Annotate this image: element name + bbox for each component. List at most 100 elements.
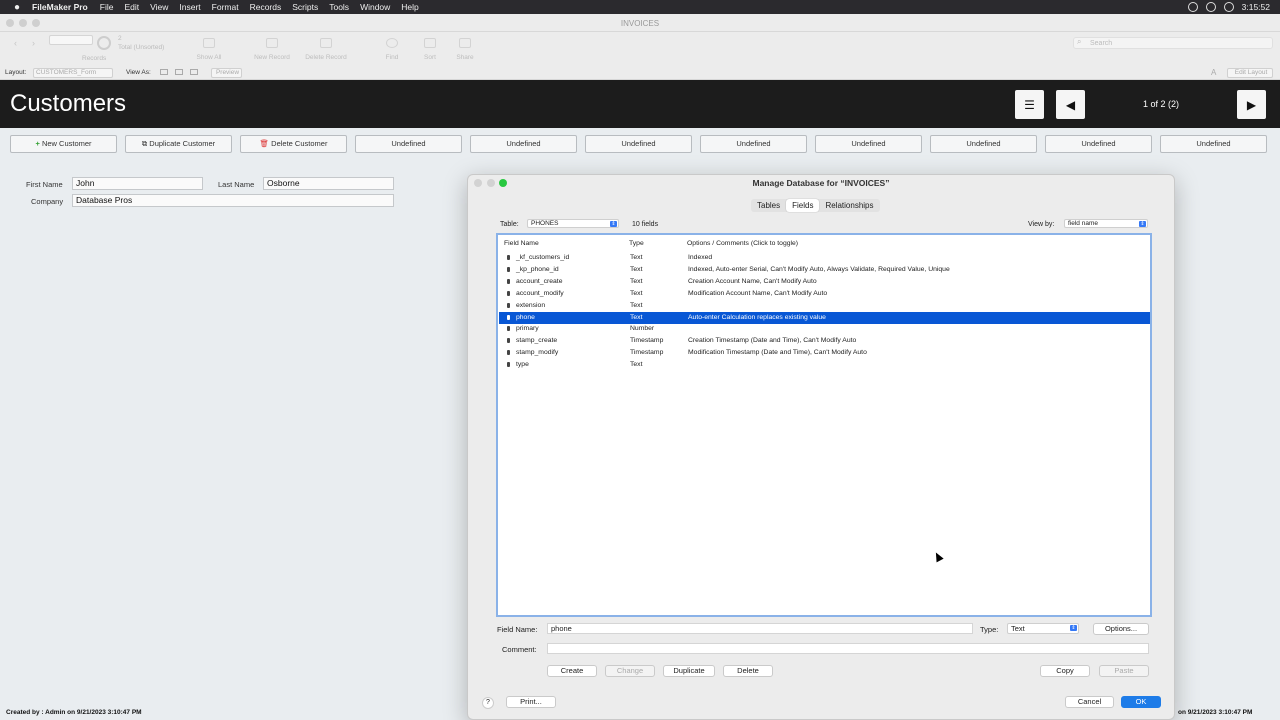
show-all-button[interactable]: Show All bbox=[194, 38, 224, 61]
menu-view[interactable]: View bbox=[150, 2, 168, 12]
drag-handle-icon[interactable] bbox=[507, 302, 510, 308]
ok-button[interactable]: OK bbox=[1121, 696, 1161, 708]
delete-customer-label: Delete Customer bbox=[271, 139, 328, 148]
back-arrow-icon[interactable]: ‹ bbox=[14, 38, 17, 48]
menu-window[interactable]: Window bbox=[360, 2, 390, 12]
print-button[interactable]: Print... bbox=[506, 696, 556, 708]
duplicate-customer-button[interactable]: ⧉ Duplicate Customer bbox=[125, 135, 232, 153]
view-by-value: field name bbox=[1068, 220, 1098, 227]
find-button[interactable]: Find bbox=[378, 38, 406, 61]
apple-icon[interactable]: ● bbox=[10, 0, 24, 14]
tab-tables[interactable]: Tables bbox=[751, 199, 786, 212]
column-header-type[interactable]: Type bbox=[629, 240, 644, 247]
field-row[interactable]: phone Text Auto-enter Calculation replaces… bbox=[499, 311, 1150, 324]
tab-relationships[interactable]: Relationships bbox=[819, 199, 879, 212]
menu-insert[interactable]: Insert bbox=[179, 2, 200, 12]
delete-customer-button[interactable]: 🗑 Delete Customer bbox=[240, 135, 347, 153]
field-row[interactable]: stamp_create Timestamp Creation Timestamp … bbox=[499, 335, 1150, 347]
list-view-icon[interactable] bbox=[175, 69, 183, 75]
previous-record-button[interactable]: ◀ bbox=[1056, 90, 1085, 119]
sort-button[interactable]: Sort bbox=[416, 38, 444, 61]
drag-handle-icon[interactable] bbox=[507, 278, 510, 284]
undefined-button-5[interactable]: Undefined bbox=[815, 135, 922, 153]
column-header-field-name[interactable]: Field Name bbox=[504, 240, 539, 247]
drag-handle-icon[interactable] bbox=[507, 326, 510, 332]
undefined-button-3[interactable]: Undefined bbox=[585, 135, 692, 153]
options-button[interactable]: Options... bbox=[1093, 623, 1149, 635]
undefined-button-2[interactable]: Undefined bbox=[470, 135, 577, 153]
field-row-options: Modification Timestamp (Date and Time), … bbox=[688, 349, 867, 357]
field-row-name: type bbox=[516, 361, 529, 369]
field-name-input[interactable]: phone bbox=[547, 623, 973, 634]
text-format-icon[interactable]: A bbox=[1211, 68, 1216, 77]
field-row[interactable]: type Text bbox=[499, 359, 1150, 371]
undefined-button-6[interactable]: Undefined bbox=[930, 135, 1037, 153]
preview-button[interactable]: Preview bbox=[211, 68, 242, 78]
menu-scripts[interactable]: Scripts bbox=[292, 2, 318, 12]
first-name-field[interactable]: John bbox=[72, 177, 203, 190]
new-record-button[interactable]: New Record bbox=[250, 38, 294, 61]
drag-handle-icon[interactable] bbox=[507, 338, 510, 344]
drag-handle-icon[interactable] bbox=[507, 314, 510, 320]
table-view-icon[interactable] bbox=[190, 69, 198, 75]
search-input[interactable]: Search bbox=[1073, 37, 1273, 49]
new-customer-button[interactable]: + New Customer bbox=[10, 135, 117, 153]
view-by-select[interactable]: field name ⇕ bbox=[1064, 219, 1148, 228]
drag-handle-icon[interactable] bbox=[507, 350, 510, 356]
chevron-updown-icon: ⇕ bbox=[1139, 221, 1146, 227]
field-row[interactable]: _kp_phone_id Text Indexed, Auto-enter Seri… bbox=[499, 264, 1150, 276]
comment-input[interactable] bbox=[547, 643, 1149, 654]
menu-records[interactable]: Records bbox=[250, 2, 282, 12]
menu-format[interactable]: Format bbox=[212, 2, 239, 12]
drag-handle-icon[interactable] bbox=[507, 255, 510, 260]
paste-button[interactable]: Paste bbox=[1099, 665, 1149, 677]
field-row-type: Text bbox=[630, 301, 643, 309]
delete-button[interactable]: Delete bbox=[723, 665, 773, 677]
form-view-icon[interactable] bbox=[160, 69, 168, 75]
layout-select[interactable]: CUSTOMERS_Form bbox=[33, 68, 113, 78]
share-button[interactable]: Share bbox=[450, 38, 480, 61]
record-slider[interactable] bbox=[49, 35, 93, 45]
tab-fields[interactable]: Fields bbox=[786, 199, 820, 212]
field-row[interactable]: account_create Text Creation Account Name,… bbox=[499, 276, 1150, 288]
forward-arrow-icon[interactable]: › bbox=[32, 38, 35, 48]
last-name-field[interactable]: Osborne bbox=[263, 177, 394, 190]
table-select[interactable]: PHONES ⇕ bbox=[527, 219, 619, 228]
field-row[interactable]: primary Number bbox=[499, 323, 1150, 335]
user-icon[interactable] bbox=[1205, 2, 1216, 12]
drag-handle-icon[interactable] bbox=[507, 290, 510, 296]
undefined-button-8[interactable]: Undefined bbox=[1160, 135, 1267, 153]
record-icon[interactable] bbox=[1187, 2, 1198, 12]
column-header-options[interactable]: Options / Comments (Click to toggle) bbox=[687, 240, 798, 247]
clock[interactable]: 3:15:52 bbox=[1242, 2, 1270, 12]
drag-handle-icon[interactable] bbox=[507, 266, 510, 272]
edit-layout-button[interactable]: Edit Layout bbox=[1227, 68, 1273, 78]
copy-button[interactable]: Copy bbox=[1040, 665, 1090, 677]
field-row[interactable]: stamp_modify Timestamp Modification Timest… bbox=[499, 347, 1150, 359]
company-field[interactable]: Database Pros bbox=[72, 194, 394, 207]
undefined-button-4[interactable]: Undefined bbox=[700, 135, 807, 153]
menu-edit[interactable]: Edit bbox=[124, 2, 139, 12]
dialog-tabs: Tables Fields Relationships bbox=[751, 199, 880, 212]
undefined-button-1[interactable]: Undefined bbox=[355, 135, 462, 153]
duplicate-button[interactable]: Duplicate bbox=[663, 665, 715, 677]
menu-app-name[interactable]: FileMaker Pro bbox=[32, 2, 88, 12]
menu-tools[interactable]: Tools bbox=[329, 2, 349, 12]
undefined-button-7[interactable]: Undefined bbox=[1045, 135, 1152, 153]
menu-file[interactable]: File bbox=[100, 2, 114, 12]
next-record-button[interactable]: ▶ bbox=[1237, 90, 1266, 119]
fields-list[interactable]: Field Name Type Options / Comments (Clic… bbox=[496, 233, 1152, 617]
menu-help[interactable]: Help bbox=[401, 2, 418, 12]
help-button[interactable]: ? bbox=[482, 697, 494, 709]
create-button[interactable]: Create bbox=[547, 665, 597, 677]
menu-button[interactable]: ☰ bbox=[1015, 90, 1044, 119]
change-button[interactable]: Change bbox=[605, 665, 655, 677]
field-row[interactable]: account_modify Text Modification Account N… bbox=[499, 288, 1150, 300]
delete-record-button[interactable]: Delete Record bbox=[300, 38, 352, 61]
type-select[interactable]: Text ⇕ bbox=[1007, 623, 1079, 634]
field-row[interactable]: _kf_customers_id Text Indexed bbox=[499, 252, 1150, 264]
control-center-icon[interactable] bbox=[1223, 2, 1234, 12]
field-row[interactable]: extension Text bbox=[499, 300, 1150, 312]
drag-handle-icon[interactable] bbox=[507, 362, 510, 368]
cancel-button[interactable]: Cancel bbox=[1065, 696, 1114, 708]
